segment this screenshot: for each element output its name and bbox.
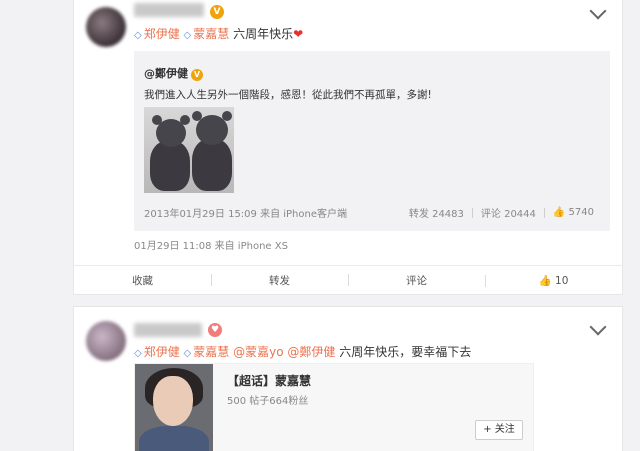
follow-button[interactable]: + 关注 [475, 420, 523, 440]
divider [471, 207, 473, 218]
repost-box[interactable]: @鄭伊健 V 我們進入人生另外一個階段，感恩！從此我們不再孤單，多謝! 2013年… [134, 51, 610, 231]
post-text: 六周年快乐 [233, 27, 294, 41]
topic-stats: 500 帖子664粉丝 [227, 396, 309, 407]
comment-count-link[interactable]: 评论 20444 [481, 205, 536, 220]
like-count: 10 [555, 275, 569, 287]
post-timestamp[interactable]: 01月29日 11:08 来自 iPhone XS [134, 237, 288, 252]
author-name-blurred[interactable] [134, 323, 202, 337]
verified-badge-icon: V [191, 69, 203, 81]
mention-link[interactable]: @蒙嘉yo [233, 345, 283, 359]
bear-ear [192, 111, 202, 121]
photo-shoulders [139, 426, 209, 451]
favorite-button[interactable]: 收藏 [74, 273, 211, 288]
avatar[interactable] [86, 7, 126, 47]
repost-stats: 转发 24483 评论 20444 👍 5740 [409, 205, 594, 220]
weibo-post-card: ♥ ◇ 郑伊健 ◇ 蒙嘉慧 @蒙嘉yo @鄭伊健 六周年快乐，要幸福下去 【超话】蒙… [73, 306, 623, 451]
mention-link[interactable]: ◇ 郑伊健 [134, 27, 180, 41]
chevron-down-icon[interactable] [589, 318, 607, 336]
divider [543, 207, 545, 218]
member-badge-icon: ♥ [208, 323, 222, 337]
super-topic-card[interactable]: 【超话】蒙嘉慧 500 帖子664粉丝 + 关注 [134, 363, 534, 451]
thumbs-up-icon: 👍 [552, 207, 566, 218]
avatar[interactable] [86, 321, 126, 361]
repost-count-link[interactable]: 转发 24483 [409, 205, 464, 220]
bear-ear [152, 115, 162, 125]
chevron-down-icon[interactable] [589, 2, 607, 20]
mention-link[interactable]: ◇ 蒙嘉慧 [184, 345, 230, 359]
bear-body [192, 139, 232, 191]
like-count: 5740 [568, 207, 594, 218]
repost-button[interactable]: 转发 [211, 273, 348, 288]
bear-ear [222, 111, 232, 121]
post-content: ◇ 郑伊健 ◇ 蒙嘉慧 @蒙嘉yo @鄭伊健 六周年快乐，要幸福下去 [134, 343, 471, 360]
repost-author[interactable]: @鄭伊健 V [144, 65, 203, 81]
diamond-icon: ◇ [134, 30, 142, 41]
like-button[interactable]: 👍 10 [485, 274, 622, 287]
repost-timestamp[interactable]: 2013年01月29日 15:09 来自 iPhone客户端 [144, 205, 347, 220]
diamond-icon: ◇ [183, 348, 192, 359]
mention-link[interactable]: ◇ 郑伊健 [134, 345, 180, 359]
verified-badge-icon: V [210, 5, 224, 19]
diamond-icon: ◇ [183, 30, 192, 41]
topic-photo [135, 364, 213, 451]
comment-button[interactable]: 评论 [348, 273, 485, 288]
mention-link[interactable]: @鄭伊健 [287, 345, 335, 359]
teddy-bears-photo[interactable] [144, 107, 234, 193]
heart-icon: ❤ [293, 27, 304, 41]
post-text: 六周年快乐，要幸福下去 [339, 345, 472, 359]
diamond-icon: ◇ [134, 348, 142, 359]
mention-link[interactable]: ◇ 蒙嘉慧 [184, 27, 230, 41]
repost-text: 我們進入人生另外一個階段，感恩！從此我們不再孤單，多謝! [144, 89, 432, 101]
post-content: ◇ 郑伊健 ◇ 蒙嘉慧 六周年快乐❤ [134, 25, 303, 42]
repost-author-name[interactable]: @鄭伊健 [144, 67, 188, 80]
thumbs-up-icon: 👍 [538, 275, 552, 287]
like-count-link[interactable]: 👍 5740 [553, 207, 594, 218]
author-name-blurred[interactable] [134, 3, 204, 17]
topic-title[interactable]: 【超话】蒙嘉慧 [227, 372, 311, 389]
bear-ear [180, 115, 190, 125]
bear-body [150, 141, 190, 191]
photo-face [153, 376, 193, 426]
action-bar: 收藏 转发 评论 👍 10 [74, 265, 622, 295]
weibo-post-card: V ◇ 郑伊健 ◇ 蒙嘉慧 六周年快乐❤ @鄭伊健 V 我們進入人生另外一個階段，感恩… [73, 0, 623, 295]
